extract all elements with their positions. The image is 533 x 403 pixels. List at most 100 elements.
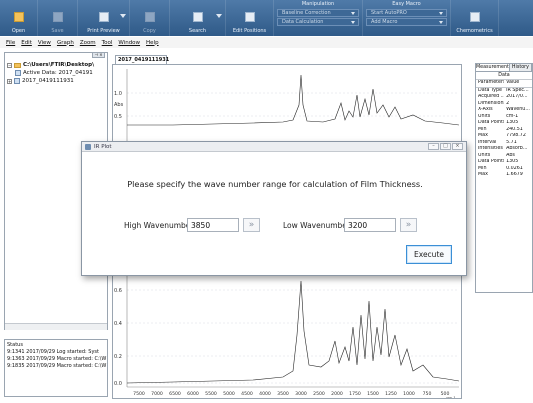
- status-title: Status: [7, 342, 23, 348]
- tree-root[interactable]: − C:\Users\FTIR\Desktop\: [7, 61, 94, 69]
- menu-help[interactable]: Help: [146, 40, 159, 46]
- tab-measurement[interactable]: Measurement: [476, 64, 510, 71]
- low-wavenumber-input[interactable]: [344, 218, 396, 232]
- manipulation-group: Manipulation Baseline Correction Data Ca…: [274, 0, 363, 36]
- manipulation-header: Manipulation: [301, 1, 335, 7]
- param-name: Data Points: [478, 120, 505, 125]
- table-row: Data Type IR Spec...: [476, 87, 532, 94]
- chevron-down-icon[interactable]: [351, 21, 355, 24]
- y-tick-label: 0.2: [114, 354, 122, 360]
- properties-table: Parameters Value Data Type IR Spec... Acq…: [476, 80, 532, 179]
- baseline-correction-button[interactable]: Baseline Correction: [277, 9, 359, 17]
- low-wavenumber-label: Low Wavenumber: [283, 221, 351, 230]
- x-tick-label: 1750: [349, 391, 361, 397]
- x-tick-label: 2000: [331, 391, 343, 397]
- graph-document-tab[interactable]: 2017_0419111931: [115, 55, 169, 64]
- status-line: 9:1363 2017/09/29 Macro started: C:\W: [7, 356, 107, 362]
- horizontal-scrollbar[interactable]: [5, 323, 107, 330]
- save-button[interactable]: Save: [38, 0, 78, 36]
- copy-button[interactable]: Copy: [130, 0, 170, 36]
- properties-panel: Measurement History Data Parameters Valu…: [475, 63, 533, 293]
- dialog-titlebar[interactable]: IR Plot – □ ×: [82, 142, 466, 152]
- menu-view[interactable]: View: [38, 40, 51, 46]
- print-icon: [98, 12, 109, 22]
- column-header: Value: [504, 80, 532, 88]
- menu-bar: File Edit View Graph Zoom Tool Window He…: [0, 37, 533, 48]
- tab-history[interactable]: History: [509, 64, 532, 71]
- print-preview-button[interactable]: Print Preview: [78, 0, 130, 36]
- collapse-icon[interactable]: −: [7, 62, 12, 68]
- status-line: 9:1835 2017/09/29 Macro started: C:\W: [7, 363, 107, 369]
- chevron-down-icon[interactable]: [120, 14, 126, 18]
- x-tick-label: 5000: [223, 391, 235, 397]
- x-tick-label: 3500: [277, 391, 289, 397]
- x-tick-label: 2500: [313, 391, 325, 397]
- chevron-down-icon[interactable]: [216, 14, 222, 18]
- spectrum-trace-top: [127, 74, 460, 126]
- search-icon: [192, 12, 203, 22]
- param-name: Data Points: [478, 159, 505, 164]
- open-button[interactable]: Open: [0, 0, 38, 36]
- menu-tool[interactable]: Tool: [102, 40, 113, 46]
- high-wavenumber-input[interactable]: [187, 218, 239, 232]
- param-value: 1.6679: [506, 172, 523, 177]
- minimize-icon[interactable]: –: [428, 143, 439, 150]
- search-button[interactable]: Search: [170, 0, 226, 36]
- dialog-title: IR Plot: [94, 143, 112, 150]
- chemometrics-button[interactable]: Chemometrics: [451, 0, 499, 36]
- menu-window[interactable]: Window: [118, 40, 140, 46]
- menu-graph[interactable]: Graph: [57, 40, 74, 46]
- maximize-icon[interactable]: □: [440, 143, 451, 150]
- spectrum-trace-bottom: [126, 280, 460, 384]
- menu-file[interactable]: File: [6, 40, 15, 46]
- panel-title: Data: [476, 72, 532, 80]
- file-tree: − C:\Users\FTIR\Desktop\ Active Data: 20…: [7, 61, 94, 85]
- chevron-down-icon[interactable]: [351, 12, 355, 15]
- status-line: 9:1341 2017/09/29 Log started: Syst: [7, 349, 99, 355]
- x-tick-label: 7500: [133, 391, 145, 397]
- pin-icon[interactable]: ⊣ ×: [92, 52, 105, 58]
- low-wavenumber-more-button[interactable]: »: [400, 218, 417, 232]
- easy-macro-group: Easy Macro Start AutoPRO Add Macro: [363, 0, 451, 36]
- x-tick-label: 1500: [367, 391, 379, 397]
- window-buttons: – □ ×: [428, 143, 463, 150]
- expand-icon[interactable]: +: [7, 78, 12, 84]
- x-tick-label: 3000: [295, 391, 307, 397]
- param-name: Max: [478, 172, 488, 177]
- high-wavenumber-more-button[interactable]: »: [243, 218, 260, 232]
- ir-plot-dialog: IR Plot – □ × Please specify the wave nu…: [81, 141, 467, 276]
- execute-button[interactable]: Execute: [406, 245, 452, 264]
- x-tick-label: 750: [423, 391, 432, 397]
- close-icon[interactable]: ×: [452, 143, 463, 150]
- y-tick-label: 1.0: [114, 91, 122, 97]
- dialog-message: Please specify the wave number range for…: [127, 179, 423, 189]
- param-name: Intensities: [478, 146, 503, 151]
- edit-positions-button[interactable]: Edit Positions: [226, 0, 274, 36]
- chevron-down-icon[interactable]: [439, 12, 443, 15]
- tree-active-data[interactable]: Active Data: 2017_04191: [7, 69, 94, 77]
- param-value: IR Spec...: [506, 87, 529, 93]
- add-macro-button[interactable]: Add Macro: [366, 18, 447, 26]
- x-unit-label: cm-1: [446, 395, 456, 399]
- high-wavenumber-label: High Wavenumber: [124, 221, 194, 230]
- folder-open-icon: [13, 12, 24, 22]
- ribbon-toolbar: Open Save Print Preview Copy Search Edit…: [0, 0, 533, 36]
- y-tick-label: 0.0: [114, 381, 122, 387]
- menu-edit[interactable]: Edit: [21, 40, 32, 46]
- x-tick-label: 1250: [385, 391, 397, 397]
- easy-macro-header: Easy Macro: [392, 1, 421, 7]
- status-panel: ⊣ × Status 9:1341 2017/09/29 Log started…: [4, 339, 108, 397]
- param-name: Data Type: [478, 87, 502, 93]
- param-name: Acquired ...: [478, 94, 505, 99]
- x-tick-label: 6000: [187, 391, 199, 397]
- tree-file[interactable]: + 2017_0419111931: [7, 77, 94, 85]
- x-tick-label: 4500: [241, 391, 253, 397]
- chemometrics-icon: [469, 12, 480, 22]
- y-tick-label: 0.5: [114, 114, 122, 120]
- data-calculation-button[interactable]: Data Calculation: [277, 18, 359, 26]
- y-axis-label: Abs: [114, 102, 124, 108]
- chevron-down-icon[interactable]: [439, 21, 443, 24]
- properties-tabs: Measurement History: [476, 64, 532, 72]
- start-autopro-button[interactable]: Start AutoPRO: [366, 9, 447, 17]
- menu-zoom[interactable]: Zoom: [80, 40, 96, 46]
